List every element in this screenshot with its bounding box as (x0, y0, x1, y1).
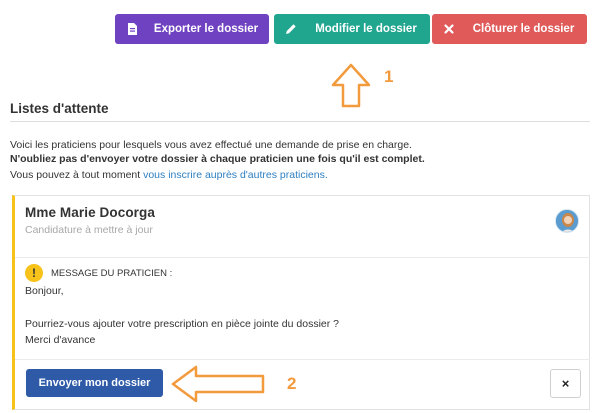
practitioner-avatar-icon (556, 210, 578, 232)
intro-text: Voici les praticiens pour lesquels vous … (10, 139, 412, 151)
edit-dossier-label: Modifier le dossier (315, 23, 417, 35)
avatar (555, 209, 579, 233)
close-icon (444, 24, 454, 34)
message-greeting: Bonjour, (25, 285, 64, 297)
close-dossier-button[interactable]: Clôturer le dossier (432, 14, 587, 44)
close-dossier-label: Clôturer le dossier (472, 23, 575, 35)
message-body: Pourriez-vous ajouter votre prescription… (25, 318, 340, 330)
intro-register-line: Vous pouvez à tout moment vous inscrire … (10, 169, 328, 181)
annotation-arrow-up-icon (331, 63, 371, 108)
send-dossier-button[interactable]: Envoyer mon dossier (26, 369, 163, 397)
document-icon (128, 23, 137, 35)
message-signoff: Merci d'avance (25, 334, 96, 346)
intro-register-prefix: Vous pouvez à tout moment (10, 169, 144, 181)
message-header: MESSAGE DU PRATICIEN : (51, 268, 173, 279)
application-status: Candidature à mettre à jour (25, 224, 153, 236)
intro-reminder: N'oubliez pas d'envoyer votre dossier à … (10, 153, 425, 165)
register-other-practitioners-link[interactable]: vous inscrire auprès d'autres praticiens… (143, 169, 328, 181)
export-dossier-label: Exporter le dossier (153, 23, 259, 35)
card-footer-divider (15, 359, 590, 360)
practitioner-name: Mme Marie Docorga (25, 205, 155, 220)
card-divider (15, 257, 590, 258)
practitioner-card: Mme Marie Docorga Candidature à mettre à… (12, 195, 590, 410)
exclamation-icon: ! (25, 264, 43, 282)
export-dossier-button[interactable]: Exporter le dossier (115, 14, 269, 44)
annotation-step-1: 1 (384, 67, 394, 86)
pencil-icon (286, 24, 296, 34)
annotation-arrow-left-icon (171, 365, 265, 403)
page-title: Listes d'attente (10, 101, 109, 116)
dismiss-button[interactable]: × (550, 369, 581, 398)
section-divider (10, 121, 590, 122)
annotation-step-2: 2 (287, 374, 297, 393)
edit-dossier-button[interactable]: Modifier le dossier (274, 14, 430, 44)
